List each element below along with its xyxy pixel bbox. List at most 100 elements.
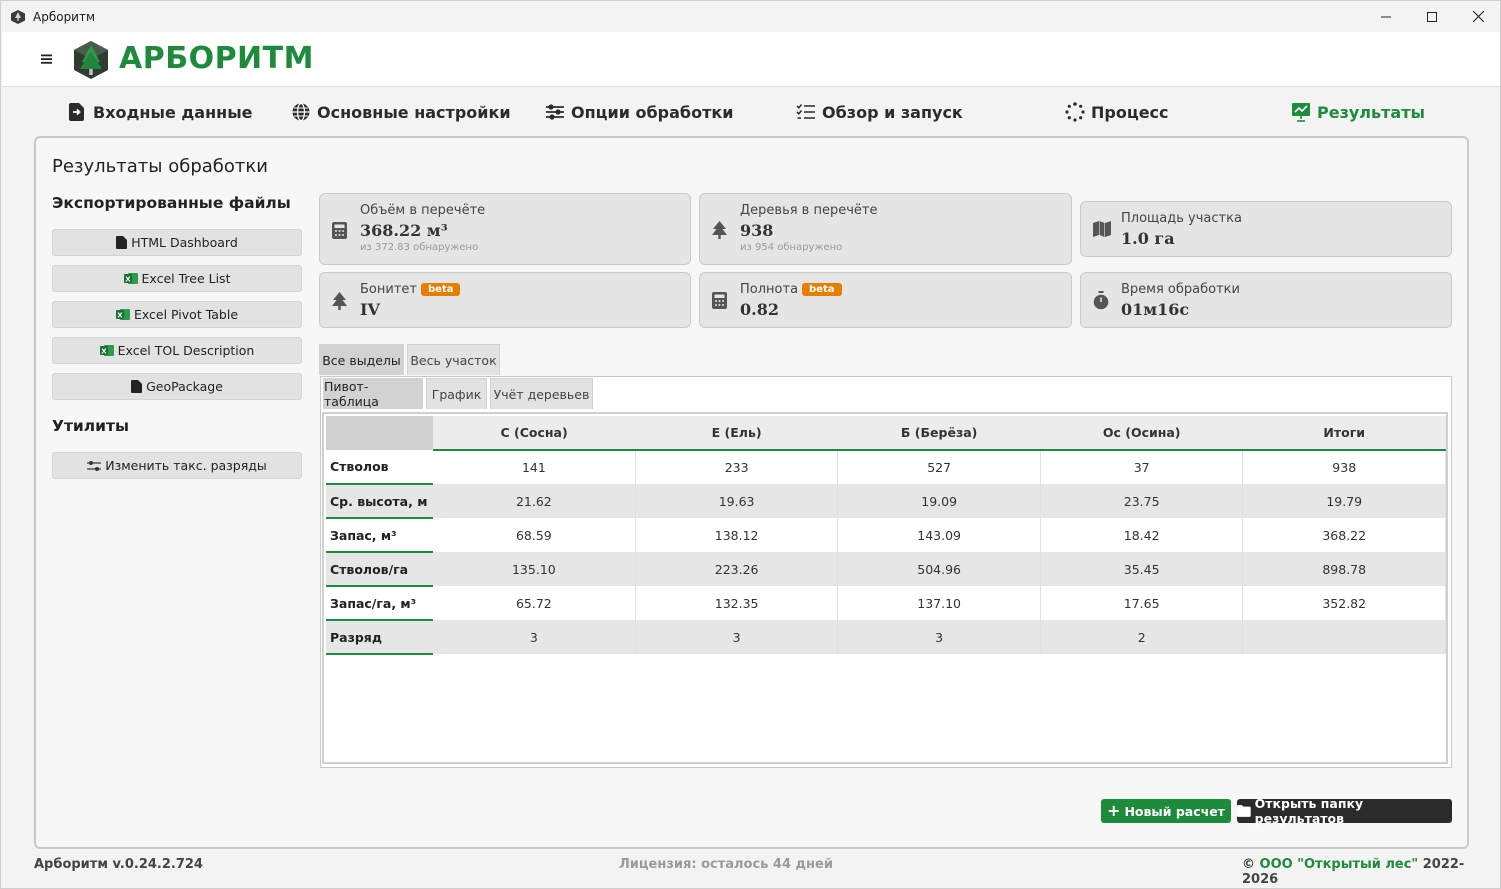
nav-item-results[interactable]: Результаты: [1291, 89, 1425, 135]
card-area: Площадь участка 1.0 га: [1080, 201, 1452, 257]
license-status: Лицензия: осталось 44 дней: [619, 857, 833, 872]
export-excel-pivot-table-button[interactable]: X Excel Pivot Table: [52, 301, 302, 328]
column-header: Б (Берёза): [837, 416, 1041, 451]
tree-cube-icon: [11, 9, 25, 24]
nav-item-label: Входные данные: [93, 102, 253, 122]
nav-item-processing-options[interactable]: Опции обработки: [545, 89, 733, 135]
globe-icon: [292, 102, 310, 122]
spinner-icon: [1065, 102, 1085, 122]
tab-label: Пивот-таблица: [324, 379, 379, 409]
table-row: Стволов/га 135.10 223.26 504.96 35.45 89…: [326, 552, 1446, 587]
card-value: 368.22 м³: [360, 221, 448, 240]
tab-all-plots[interactable]: Все выделы: [319, 344, 404, 375]
table-cell: 68.59: [432, 518, 636, 552]
table-cell: 137.10: [837, 586, 1041, 620]
file-icon: [131, 380, 143, 393]
tab-label: Весь участок: [410, 352, 497, 368]
folder-icon: [1237, 805, 1251, 817]
excel-icon: X: [99, 345, 114, 356]
company-link[interactable]: ООО "Открытый лес": [1260, 857, 1419, 872]
stopwatch-icon: [1093, 291, 1109, 310]
table-cell: 3: [432, 620, 636, 654]
table-cell: 23.75: [1040, 484, 1244, 518]
table-row: Разряд 3 3 3 2: [326, 620, 1446, 655]
change-tax-classes-button[interactable]: Изменить такс. разряды: [52, 452, 302, 479]
nav-item-input-data[interactable]: Входные данные: [67, 89, 253, 135]
tab-chart[interactable]: График: [426, 378, 487, 409]
chart-board-icon: [1292, 103, 1310, 122]
export-geopackage-button[interactable]: GeoPackage: [52, 373, 302, 400]
title-bar: Арборитм: [1, 1, 1500, 32]
tree-icon: [332, 292, 347, 310]
card-value: 01м16с: [1121, 300, 1190, 319]
app-header: АРБОРИТМ: [2, 32, 1500, 87]
nav-item-review-and-run[interactable]: Обзор и запуск: [796, 89, 963, 135]
card-bonitet: Бонитет beta IV: [319, 272, 691, 328]
window-title: Арборитм: [33, 9, 96, 24]
table-cell: 138.12: [635, 518, 839, 552]
export-excel-tree-list-button[interactable]: X Excel Tree List: [52, 265, 302, 292]
button-label: Новый расчет: [1124, 803, 1225, 819]
table-cell: 19.79: [1242, 484, 1446, 518]
export-button-label: Excel Pivot Table: [133, 307, 239, 322]
svg-text:X: X: [125, 276, 131, 284]
table-cell: 19.09: [837, 484, 1041, 518]
table-cell: 223.26: [635, 552, 839, 586]
tab-whole-site[interactable]: Весь участок: [407, 344, 500, 375]
card-subtext: из 954 обнаружено: [740, 242, 843, 253]
export-excel-tol-description-button[interactable]: X Excel TOL Description: [52, 337, 302, 364]
nav-item-label: Основные настройки: [317, 102, 511, 122]
pivot-table: С (Сосна) Е (Ель) Б (Берёза) Ос (Осина) …: [326, 416, 1446, 655]
export-button-label: GeoPackage: [146, 379, 223, 394]
close-button[interactable]: [1455, 1, 1501, 32]
brand-name: АРБОРИТМ: [119, 41, 314, 76]
tab-tree-count[interactable]: Учёт деревьев: [490, 378, 593, 409]
maximize-button[interactable]: [1409, 1, 1455, 32]
page-title: Результаты обработки: [52, 156, 268, 177]
table-cell: 143.09: [837, 518, 1041, 552]
table-cell: 21.62: [432, 484, 636, 518]
tab-label: Все выделы: [322, 352, 401, 368]
minimize-button[interactable]: [1363, 1, 1409, 32]
card-density: Полнота beta 0.82: [699, 272, 1072, 328]
map-icon: [1093, 221, 1111, 237]
plus-icon: +: [1107, 801, 1121, 820]
table-cell: [1242, 620, 1446, 654]
table-row: Стволов 141 233 527 37 938: [326, 450, 1446, 485]
card-label: Площадь участка: [1121, 211, 1242, 226]
card-label: Объём в перечёте: [360, 203, 486, 218]
tab-pivot-table[interactable]: Пивот-таблица: [323, 378, 423, 409]
nav-item-label: Опции обработки: [571, 102, 734, 122]
card-value: IV: [360, 300, 380, 319]
app-version: Арборитм v.0.24.2.724: [34, 857, 203, 872]
card-label: Полнота beta: [740, 282, 842, 297]
table-cell: 352.82: [1242, 586, 1446, 620]
table-cell: 18.42: [1040, 518, 1244, 552]
nav-item-process[interactable]: Процесс: [1065, 89, 1169, 135]
svg-text:X: X: [101, 348, 107, 356]
button-label: Открыть папку результатов: [1254, 796, 1364, 826]
tab-label: График: [431, 386, 482, 402]
table-cell: 132.35: [635, 586, 839, 620]
calculator-icon: [332, 222, 347, 239]
table-cell: 527: [837, 450, 1041, 484]
table-row: Ср. высота, м 21.62 19.63 19.09 23.75 19…: [326, 484, 1446, 519]
copyright: © ООО "Открытый лес" 2022-2026: [1242, 857, 1500, 887]
nav-item-main-settings[interactable]: Основные настройки: [291, 89, 511, 135]
beta-badge: beta: [420, 283, 461, 296]
column-header: С (Сосна): [432, 416, 636, 451]
file-import-icon: [69, 103, 84, 121]
export-button-label: Excel Tree List: [141, 271, 231, 286]
card-trees: Деревья в перечёте 938 из 954 обнаружено: [699, 193, 1072, 265]
table-cell: 3: [635, 620, 839, 654]
export-html-dashboard-button[interactable]: HTML Dashboard: [52, 229, 302, 256]
table-cell: 368.22: [1242, 518, 1446, 552]
column-header: Итоги: [1242, 416, 1446, 451]
hamburger-icon[interactable]: [40, 52, 54, 66]
new-calculation-button[interactable]: + Новый расчет: [1101, 799, 1231, 823]
excel-icon: X: [123, 273, 138, 284]
card-label: Время обработки: [1121, 282, 1240, 297]
results-panel: Результаты обработки Экспортированные фа…: [34, 136, 1469, 849]
open-results-folder-button[interactable]: Открыть папку результатов: [1237, 796, 1452, 826]
copyright-symbol: ©: [1242, 857, 1255, 872]
